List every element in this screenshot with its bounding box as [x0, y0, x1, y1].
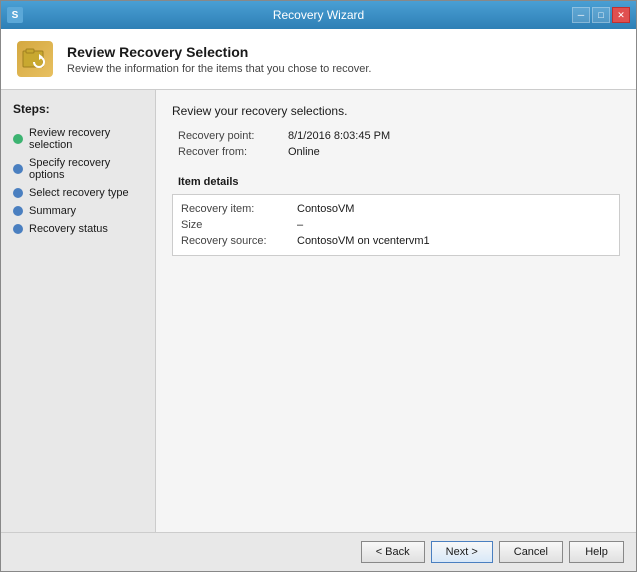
recover-from-value: Online — [282, 144, 620, 160]
step-dot-status — [13, 224, 23, 234]
main-panel: Review your recovery selections. Recover… — [156, 90, 636, 532]
title-bar-controls: ─ □ ✕ — [572, 7, 630, 23]
recover-icon-svg — [21, 45, 49, 73]
minimize-button[interactable]: ─ — [572, 7, 590, 23]
app-icon-letter: S — [12, 10, 19, 21]
sidebar-item-label-status: Recovery status — [29, 223, 108, 235]
sidebar-item-select-type[interactable]: Select recovery type — [9, 184, 147, 202]
sidebar: Steps: Review recovery selection Specify… — [1, 90, 156, 532]
detail-value-item: ContosoVM — [297, 203, 354, 215]
step-dot-review — [13, 134, 23, 144]
recover-from-row: Recover from: Online — [172, 144, 620, 160]
detail-row-item: Recovery item: ContosoVM — [181, 201, 611, 217]
maximize-button[interactable]: □ — [592, 7, 610, 23]
sidebar-item-review[interactable]: Review recovery selection — [9, 124, 147, 154]
app-icon: S — [7, 7, 23, 23]
sidebar-item-label-select-type: Select recovery type — [29, 187, 129, 199]
step-dot-summary — [13, 206, 23, 216]
header-icon-container — [15, 39, 55, 79]
step-dot-select-type — [13, 188, 23, 198]
detail-value-source: ContosoVM on vcentervm1 — [297, 235, 430, 247]
item-details-section: Item details Recovery item: ContosoVM Si… — [172, 170, 620, 256]
sidebar-item-summary[interactable]: Summary — [9, 202, 147, 220]
recovery-info-table: Recovery point: 8/1/2016 8:03:45 PM Reco… — [172, 128, 620, 160]
recovery-point-label: Recovery point: — [172, 128, 282, 144]
sidebar-item-label-specify: Specify recovery options — [29, 157, 143, 181]
recovery-point-row: Recovery point: 8/1/2016 8:03:45 PM — [172, 128, 620, 144]
title-bar: S Recovery Wizard ─ □ ✕ — [1, 1, 636, 29]
item-details-header: Item details — [172, 170, 620, 190]
footer: < Back Next > Cancel Help — [1, 532, 636, 571]
detail-label-item: Recovery item: — [181, 203, 291, 215]
next-button[interactable]: Next > — [431, 541, 493, 563]
back-button[interactable]: < Back — [361, 541, 425, 563]
recover-from-label: Recover from: — [172, 144, 282, 160]
title-bar-left: S — [7, 7, 23, 23]
sidebar-item-label-summary: Summary — [29, 205, 76, 217]
header-section: Review Recovery Selection Review the inf… — [1, 29, 636, 90]
detail-label-size: Size — [181, 219, 291, 231]
cancel-button[interactable]: Cancel — [499, 541, 563, 563]
content-area: Steps: Review recovery selection Specify… — [1, 90, 636, 532]
detail-row-source: Recovery source: ContosoVM on vcentervm1 — [181, 233, 611, 249]
detail-row-size: Size – — [181, 217, 611, 233]
item-details-box: Recovery item: ContosoVM Size – Recovery… — [172, 194, 620, 256]
header-text: Review Recovery Selection Review the inf… — [67, 44, 371, 75]
help-button[interactable]: Help — [569, 541, 624, 563]
detail-value-size: – — [297, 219, 303, 231]
header-icon — [17, 41, 53, 77]
recovery-point-value: 8/1/2016 8:03:45 PM — [282, 128, 620, 144]
close-button[interactable]: ✕ — [612, 7, 630, 23]
sidebar-item-specify[interactable]: Specify recovery options — [9, 154, 147, 184]
header-subtitle: Review the information for the items tha… — [67, 63, 371, 75]
review-intro-text: Review your recovery selections. — [172, 104, 620, 118]
header-title: Review Recovery Selection — [67, 44, 371, 60]
sidebar-item-status[interactable]: Recovery status — [9, 220, 147, 238]
step-dot-specify — [13, 164, 23, 174]
sidebar-title: Steps: — [9, 102, 147, 116]
detail-label-source: Recovery source: — [181, 235, 291, 247]
recovery-wizard-window: S Recovery Wizard ─ □ ✕ Review Recovery … — [0, 0, 637, 572]
sidebar-item-label-review: Review recovery selection — [29, 127, 143, 151]
window-title: Recovery Wizard — [273, 8, 364, 22]
